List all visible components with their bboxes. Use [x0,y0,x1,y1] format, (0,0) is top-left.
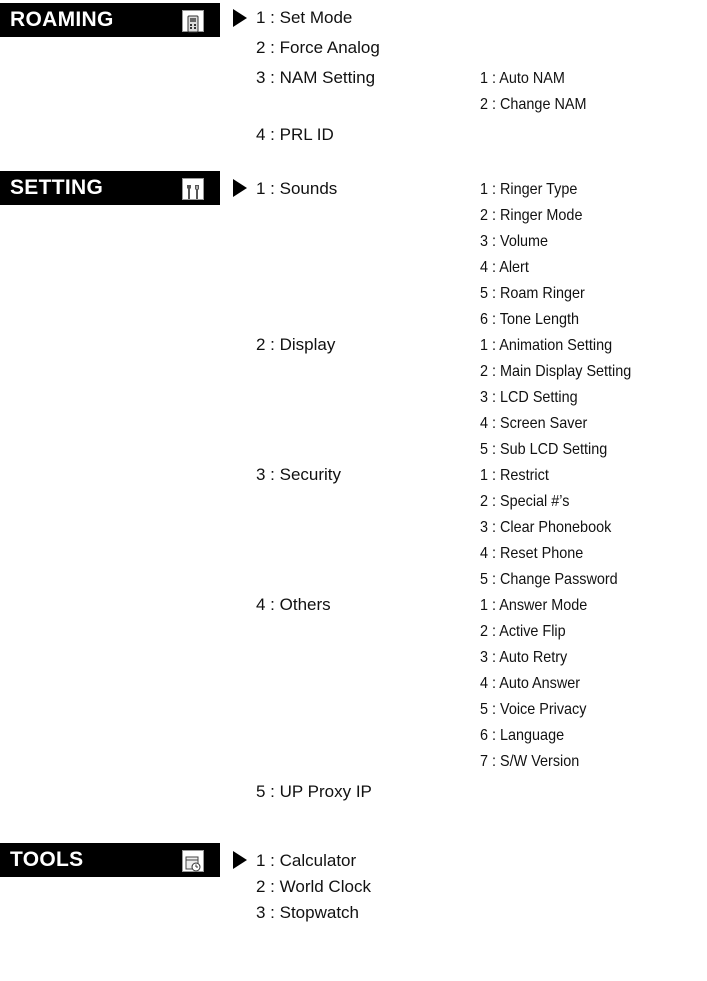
setting-title: SETTING [10,176,104,199]
tools-arrow-icon [233,851,247,869]
tools-title: TOOLS [10,848,84,871]
menu-item[interactable]: 1 : Set Mode [256,7,352,29]
submenu-item[interactable]: 5 : Sub LCD Setting [480,439,607,461]
submenu-item[interactable]: 3 : Clear Phonebook [480,517,611,539]
menu-item[interactable]: 3 : Security [256,464,341,486]
menu-item[interactable]: 5 : UP Proxy IP [256,781,372,803]
roaming-label: ROAMING [0,3,220,37]
submenu-item[interactable]: 6 : Language [480,725,564,747]
submenu-item[interactable]: 2 : Active Flip [480,621,566,643]
submenu-item[interactable]: 4 : Auto Answer [480,673,580,695]
menu-item[interactable]: 2 : Force Analog [256,37,380,59]
menu-item[interactable]: 2 : Display [256,334,335,356]
submenu-item[interactable]: 4 : Alert [480,257,529,279]
roaming-arrow-icon [233,9,247,27]
menu-item[interactable]: 2 : World Clock [256,876,371,898]
setting-label: SETTING [0,171,220,205]
menu-item[interactable]: 4 : Others [256,594,331,616]
setting-arrow-icon [233,179,247,197]
submenu-item[interactable]: 2 : Main Display Setting [480,361,631,383]
submenu-item[interactable]: 5 : Change Password [480,569,618,591]
submenu-item[interactable]: 3 : LCD Setting [480,387,578,409]
submenu-item[interactable]: 6 : Tone Length [480,309,579,331]
tools-label: TOOLS [0,843,220,877]
submenu-item[interactable]: 3 : Volume [480,231,548,253]
submenu-item[interactable]: 1 : Restrict [480,465,549,487]
menu-item[interactable]: 1 : Calculator [256,850,356,872]
calendar-clock-icon [182,850,204,872]
menu-item[interactable]: 3 : Stopwatch [256,902,359,924]
submenu-item[interactable]: 2 : Change NAM [480,94,586,116]
roaming-title: ROAMING [10,8,114,31]
submenu-item[interactable]: 2 : Special #’s [480,491,569,513]
tools-settings-icon [182,178,204,200]
submenu-item[interactable]: 2 : Ringer Mode [480,205,582,227]
submenu-item[interactable]: 3 : Auto Retry [480,647,567,669]
submenu-item[interactable]: 4 : Screen Saver [480,413,587,435]
submenu-item[interactable]: 1 : Auto NAM [480,68,565,90]
submenu-item[interactable]: 7 : S/W Version [480,751,579,773]
menu-item[interactable]: 4 : PRL ID [256,124,334,146]
submenu-item[interactable]: 1 : Ringer Type [480,179,577,201]
submenu-item[interactable]: 5 : Voice Privacy [480,699,586,721]
menu-item[interactable]: 3 : NAM Setting [256,67,375,89]
submenu-item[interactable]: 4 : Reset Phone [480,543,583,565]
submenu-item[interactable]: 1 : Answer Mode [480,595,587,617]
submenu-item[interactable]: 5 : Roam Ringer [480,283,585,305]
phone-card-icon [182,10,204,33]
menu-item[interactable]: 1 : Sounds [256,178,337,200]
submenu-item[interactable]: 1 : Animation Setting [480,335,612,357]
